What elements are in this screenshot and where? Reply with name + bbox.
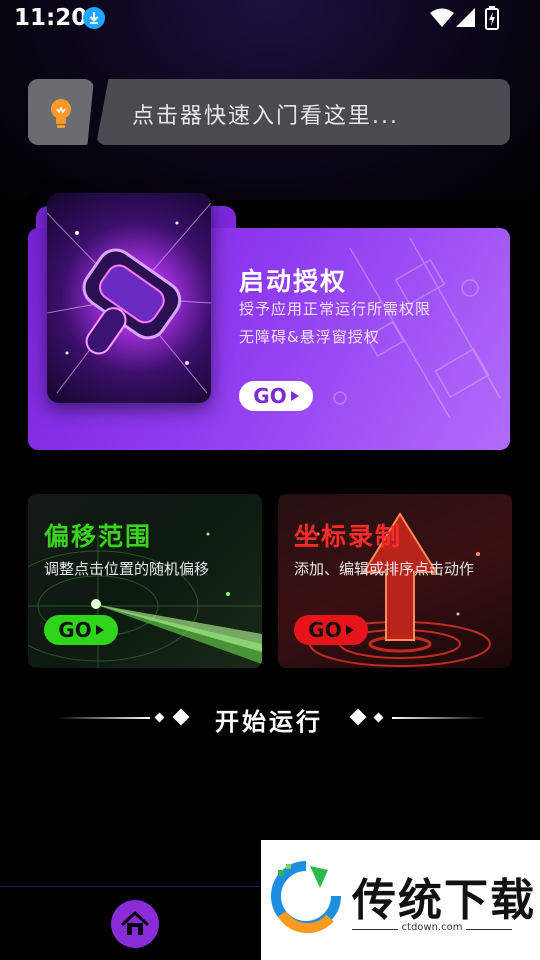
watermark-text: 传统下载: [352, 875, 536, 926]
battery-charging-icon: [485, 6, 499, 30]
watermark-url-text: ctdown.com: [397, 922, 467, 933]
wifi-icon: [430, 8, 454, 27]
tip-text: 点击器快速入门看这里...: [132, 104, 399, 129]
status-time: 11:20: [14, 5, 88, 31]
quick-start-tip-bar[interactable]: 点击器快速入门看这里...: [96, 79, 510, 145]
go-label: GO: [253, 384, 287, 408]
home-icon: [121, 911, 149, 935]
offset-card-title: 偏移范围: [44, 522, 153, 551]
auth-card-desc-1: 授予应用正常运行所需权限: [239, 300, 432, 318]
diamond-icon: [172, 708, 190, 726]
record-go-button[interactable]: GO: [294, 615, 368, 645]
offset-card-desc: 调整点击位置的随机偏移: [44, 560, 210, 578]
status-bar: 11:20: [0, 0, 540, 38]
offset-go-button[interactable]: GO: [44, 615, 118, 645]
divider-right: [392, 717, 486, 719]
record-card-title: 坐标录制: [294, 522, 403, 551]
start-run-button[interactable]: 开始运行: [215, 702, 323, 737]
record-card-desc: 添加、编辑或排序点击动作: [294, 560, 475, 578]
watermark-url: ctdown.com: [352, 922, 512, 933]
play-arrow-icon: [345, 625, 354, 635]
play-arrow-icon: [290, 391, 299, 401]
auth-feature-image: [47, 193, 211, 403]
diamond-icon: [349, 708, 367, 726]
go-label: GO: [308, 618, 342, 642]
lightbulb-icon[interactable]: [28, 79, 94, 145]
divider-left: [56, 717, 150, 719]
auth-card-title: 启动授权: [239, 267, 348, 296]
watermark-logo: [271, 861, 341, 934]
auth-card-desc-2: 无障碍&悬浮窗授权: [239, 328, 380, 346]
diamond-icon: [373, 712, 384, 723]
auth-go-button[interactable]: GO: [239, 381, 313, 411]
diamond-icon: [154, 712, 165, 723]
download-icon: [83, 7, 105, 29]
play-arrow-icon: [95, 625, 104, 635]
signal-icon: [456, 8, 475, 27]
go-label: GO: [58, 618, 92, 642]
home-nav-button[interactable]: [111, 900, 159, 948]
